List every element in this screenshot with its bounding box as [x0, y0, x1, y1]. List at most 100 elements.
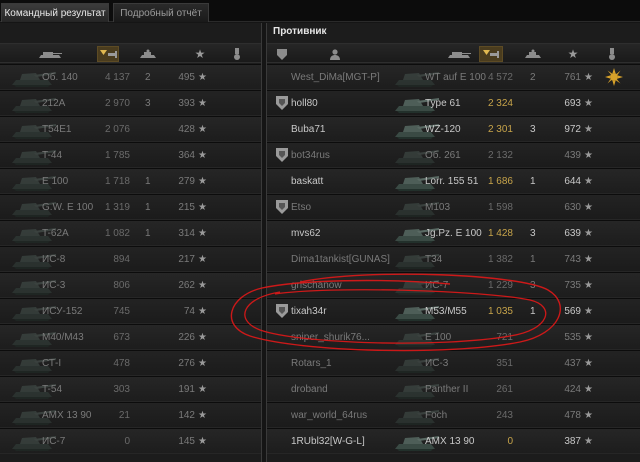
table-row[interactable]: bot34rus Об. 261 2 132 439 ★: [267, 142, 640, 168]
tank-name: ИС-3: [42, 280, 66, 291]
star-icon: ★: [198, 72, 207, 83]
tank-icon[interactable]: [28, 47, 72, 61]
damage-value: 673: [113, 332, 130, 343]
player-name[interactable]: droband: [291, 377, 397, 402]
table-row[interactable]: T-62A 1 082 1 314 ★: [0, 220, 261, 246]
team-header: ★: [0, 43, 261, 63]
player-name[interactable]: holl80: [291, 91, 397, 116]
xp-value: 142: [178, 410, 195, 421]
player-name[interactable]: mvs62: [291, 221, 397, 246]
destroyed-tank-icon[interactable]: [136, 47, 160, 61]
table-row[interactable]: war_world_64rus Foch 243 478 ★: [267, 402, 640, 428]
player-name[interactable]: West_DiMa[MGT-P]: [291, 65, 397, 90]
damage-value: 351: [496, 358, 513, 369]
xp-value: 639: [564, 228, 581, 239]
damage-value: 721: [496, 332, 513, 343]
xp-value: 644: [564, 176, 581, 187]
platoon-icon[interactable]: [273, 47, 291, 61]
table-row[interactable]: mvs62 Jg.Pz. E 100 1 428 3 639 ★: [267, 220, 640, 246]
damage-value: 1 598: [487, 202, 513, 213]
tab-detailed-report[interactable]: Подробный отчёт: [113, 3, 209, 22]
star-icon: ★: [584, 202, 593, 213]
table-row[interactable]: T-44 1 785 364 ★: [0, 142, 261, 168]
star-icon[interactable]: ★: [563, 47, 583, 61]
player-name[interactable]: Buba71: [291, 117, 397, 142]
damage-value: 478: [113, 358, 130, 369]
xp-value: 437: [564, 358, 581, 369]
damage-value: 4 137: [104, 72, 130, 83]
kills-value: [530, 351, 542, 376]
table-row[interactable]: ИС-8 894 217 ★: [0, 246, 261, 272]
xp-value: 439: [564, 150, 581, 161]
player-name[interactable]: 1RUbl32[W-G-L]: [291, 429, 397, 454]
xp-value: 495: [178, 72, 195, 83]
medal-icon[interactable]: [228, 47, 246, 61]
xp-value: 191: [178, 384, 195, 395]
kills-value: [530, 377, 542, 402]
player-icon[interactable]: [325, 47, 345, 61]
medal-icon[interactable]: [603, 47, 621, 61]
table-row[interactable]: holl80 Type 61 2 324 693 ★: [267, 90, 640, 116]
platoon-badge-icon: [276, 304, 288, 318]
table-row[interactable]: Rotars_1 ИС-3 351 437 ★: [267, 350, 640, 376]
kills-value: 1: [145, 202, 151, 213]
xp-value: 215: [178, 202, 195, 213]
table-row[interactable]: droband Panther II 261 424 ★: [267, 376, 640, 402]
xp-value: 276: [178, 358, 195, 369]
player-name[interactable]: Etso: [291, 195, 397, 220]
kills-value: 3: [530, 228, 536, 239]
table-row[interactable]: M40/M43 673 226 ★: [0, 324, 261, 350]
player-name[interactable]: bot34rus: [291, 143, 397, 168]
table-row[interactable]: Etso M103 1 598 630 ★: [267, 194, 640, 220]
table-row[interactable]: ИСУ-152 745 74 ★: [0, 298, 261, 324]
kills-value: [145, 351, 157, 376]
star-icon: ★: [584, 72, 593, 83]
player-name[interactable]: tixah34r: [291, 299, 397, 324]
platoon-badge-icon: [276, 200, 288, 214]
damage-value: 1 035: [487, 306, 513, 317]
kills-value: 1: [145, 228, 151, 239]
kills-value: [530, 195, 542, 220]
player-name[interactable]: war_world_64rus: [291, 403, 397, 428]
table-row[interactable]: ИС-7 0 145 ★: [0, 428, 261, 454]
table-row[interactable]: ИС-3 806 262 ★: [0, 272, 261, 298]
player-name[interactable]: Dima1tankist[GUNAS]: [291, 247, 397, 272]
damage-value: 4 572: [487, 72, 513, 83]
tank-icon[interactable]: [437, 47, 481, 61]
destroyed-tank-icon[interactable]: [521, 47, 545, 61]
table-row[interactable]: West_DiMa[MGT-P] WT auf E 100 4 572 2 761 ★: [267, 64, 640, 90]
xp-value: 279: [178, 176, 195, 187]
table-row[interactable]: T54E1 2 076 428 ★: [0, 116, 261, 142]
kills-value: 3: [145, 98, 151, 109]
table-row[interactable]: baskatt Lorr. 155 51 1 686 1 644 ★: [267, 168, 640, 194]
table-row[interactable]: AMX 13 90 21 142 ★: [0, 402, 261, 428]
table-row[interactable]: Об. 140 4 137 2 495 ★: [0, 64, 261, 90]
tab-team-result[interactable]: Командный результат: [1, 3, 109, 22]
kills-value: [145, 143, 157, 168]
table-row[interactable]: sniper_shurik76... E 100 721 535 ★: [267, 324, 640, 350]
player-name[interactable]: sniper_shurik76...: [291, 325, 397, 350]
player-name[interactable]: baskatt: [291, 169, 397, 194]
table-row[interactable]: G.W. E 100 1 319 1 215 ★: [0, 194, 261, 220]
player-name[interactable]: grischanow: [291, 273, 397, 298]
table-row[interactable]: 1RUbl32[W-G-L] AMX 13 90 0 387 ★: [267, 428, 640, 454]
table-row[interactable]: 212A 2 970 3 393 ★: [0, 90, 261, 116]
star-icon[interactable]: ★: [190, 47, 210, 61]
damage-value: 261: [496, 384, 513, 395]
kills-value: 3: [530, 280, 536, 291]
table-row[interactable]: T-54 303 191 ★: [0, 376, 261, 402]
player-name[interactable]: Rotars_1: [291, 351, 397, 376]
tank-name: ИС-7: [42, 436, 66, 447]
table-row[interactable]: grischanow ИС-7 1 229 3 735 ★: [267, 272, 640, 298]
table-row[interactable]: СТ-I 478 276 ★: [0, 350, 261, 376]
tab-bar: Командный результат Подробный отчёт: [0, 0, 640, 22]
table-row[interactable]: Dima1tankist[GUNAS] T34 1 382 1 743 ★: [267, 246, 640, 272]
star-icon: ★: [584, 332, 593, 343]
table-row[interactable]: E 100 1 718 1 279 ★: [0, 168, 261, 194]
damage-value: 2 076: [104, 124, 130, 135]
table-row[interactable]: tixah34r M53/M55 1 035 1 569 ★: [267, 298, 640, 324]
star-icon: ★: [584, 228, 593, 239]
kills-value: [145, 117, 157, 142]
star-icon: ★: [584, 254, 593, 265]
table-row[interactable]: Buba71 WZ-120 2 301 3 972 ★: [267, 116, 640, 142]
